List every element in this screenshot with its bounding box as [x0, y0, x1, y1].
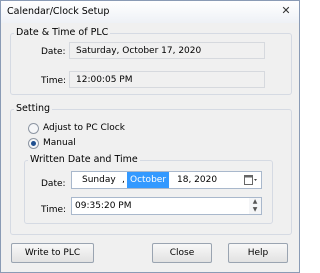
plc-date-value: Saturday, October 17, 2020	[69, 42, 265, 59]
spin-down-icon[interactable]: ▼	[249, 206, 261, 214]
window-title: Calendar/Clock Setup	[7, 6, 110, 17]
setting-group-label: Setting	[14, 103, 53, 114]
date-month-selected[interactable]: October	[127, 172, 170, 188]
adjust-pc-clock-radio[interactable]	[28, 123, 39, 134]
manual-label[interactable]: Manual	[43, 138, 76, 148]
plc-group-label: Date & Time of PLC	[14, 27, 111, 38]
title-bar[interactable]: Calendar/Clock Setup ✕	[1, 1, 299, 23]
adjust-pc-clock-label[interactable]: Adjust to PC Clock	[43, 123, 125, 133]
close-button[interactable]: Close	[152, 243, 212, 263]
date-picker[interactable]: Sunday , October 18, 2020	[71, 171, 262, 189]
date-weekday: Sunday	[82, 175, 116, 185]
write-to-plc-button[interactable]: Write to PLC	[11, 243, 94, 263]
time-value[interactable]: 09:35:20 PM	[75, 198, 131, 214]
written-time-label: Time:	[41, 205, 67, 215]
plc-date-label: Date:	[41, 47, 66, 57]
time-spinner[interactable]: ▲ ▼	[249, 198, 261, 214]
help-button[interactable]: Help	[228, 243, 288, 263]
date-separator: ,	[122, 175, 125, 185]
calendar-clock-dialog: Calendar/Clock Setup ✕ Date & Time of PL…	[0, 0, 300, 273]
date-rest: 18, 2020	[177, 175, 218, 185]
written-date-label: Date:	[41, 179, 66, 189]
close-icon[interactable]: ✕	[279, 4, 293, 18]
calendar-dropdown-icon[interactable]	[244, 174, 258, 186]
time-picker[interactable]: 09:35:20 PM ▲ ▼	[71, 197, 262, 215]
plc-time-label: Time:	[41, 76, 67, 86]
written-group-label: Written Date and Time	[28, 154, 140, 165]
plc-time-value: 12:00:05 PM	[69, 71, 265, 88]
manual-radio[interactable]	[28, 138, 39, 149]
